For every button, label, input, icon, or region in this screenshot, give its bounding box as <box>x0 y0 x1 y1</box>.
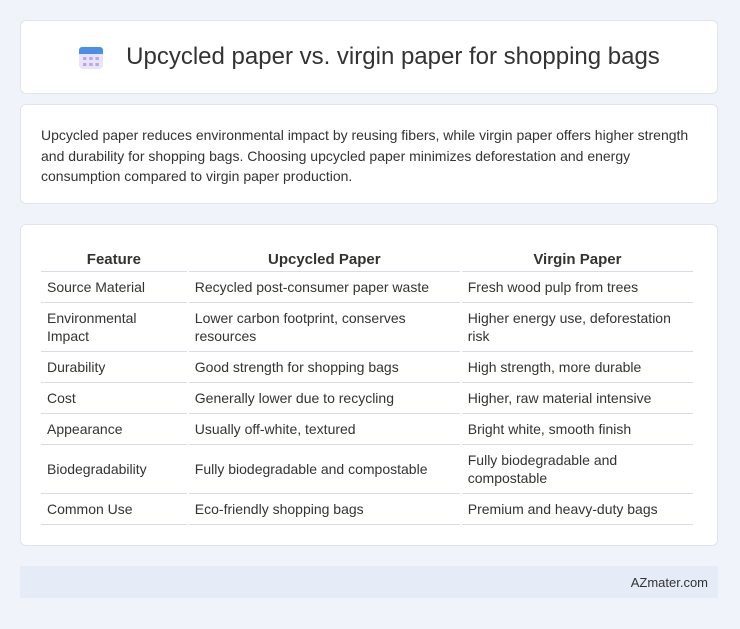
table-card: Feature Upcycled Paper Virgin Paper Sour… <box>20 224 718 546</box>
footer-bar: AZmater.com <box>20 566 718 598</box>
feature-cell: Durability <box>41 352 187 383</box>
summary-text: Upcycled paper reduces environmental imp… <box>41 127 689 184</box>
virgin-cell: Fully biodegradable and compostable <box>461 445 693 494</box>
feature-cell: Common Use <box>41 494 187 525</box>
upcycled-cell: Lower carbon footprint, conserves resour… <box>188 303 460 352</box>
feature-cell: Source Material <box>41 272 187 303</box>
feature-cell: Cost <box>41 383 187 414</box>
upcycled-cell: Recycled post-consumer paper waste <box>188 272 460 303</box>
footer-brand[interactable]: AZmater.com <box>631 575 708 590</box>
summary-card: Upcycled paper reduces environmental imp… <box>20 104 718 204</box>
upcycled-cell: Fully biodegradable and compostable <box>188 445 460 494</box>
page-title: Upcycled paper vs. virgin paper for shop… <box>126 43 660 70</box>
header-virgin: Virgin Paper <box>461 247 693 272</box>
upcycled-cell: Eco-friendly shopping bags <box>188 494 460 525</box>
table-header-row: Feature Upcycled Paper Virgin Paper <box>41 247 693 272</box>
table-row: Cost Generally lower due to recycling Hi… <box>41 383 693 414</box>
feature-cell: Environmental Impact <box>41 303 187 352</box>
table-row: Source Material Recycled post-consumer p… <box>41 272 693 303</box>
title-wrap: Upcycled paper vs. virgin paper for shop… <box>78 43 660 71</box>
comparison-table: Feature Upcycled Paper Virgin Paper Sour… <box>39 247 695 525</box>
virgin-cell: Higher, raw material intensive <box>461 383 693 414</box>
upcycled-cell: Generally lower due to recycling <box>188 383 460 414</box>
upcycled-cell: Usually off-white, textured <box>188 414 460 445</box>
virgin-cell: High strength, more durable <box>461 352 693 383</box>
table-row: Common Use Eco-friendly shopping bags Pr… <box>41 494 693 525</box>
feature-cell: Biodegradability <box>41 445 187 494</box>
calendar-icon <box>79 47 104 69</box>
virgin-cell: Bright white, smooth finish <box>461 414 693 445</box>
table-row: Environmental Impact Lower carbon footpr… <box>41 303 693 352</box>
virgin-cell: Fresh wood pulp from trees <box>461 272 693 303</box>
upcycled-cell: Good strength for shopping bags <box>188 352 460 383</box>
virgin-cell: Premium and heavy-duty bags <box>461 494 693 525</box>
table-row: Durability Good strength for shopping ba… <box>41 352 693 383</box>
title-card: Upcycled paper vs. virgin paper for shop… <box>20 20 718 94</box>
feature-cell: Appearance <box>41 414 187 445</box>
table-row: Appearance Usually off-white, textured B… <box>41 414 693 445</box>
virgin-cell: Higher energy use, deforestation risk <box>461 303 693 352</box>
header-upcycled: Upcycled Paper <box>188 247 460 272</box>
header-feature: Feature <box>41 247 187 272</box>
table-row: Biodegradability Fully biodegradable and… <box>41 445 693 494</box>
